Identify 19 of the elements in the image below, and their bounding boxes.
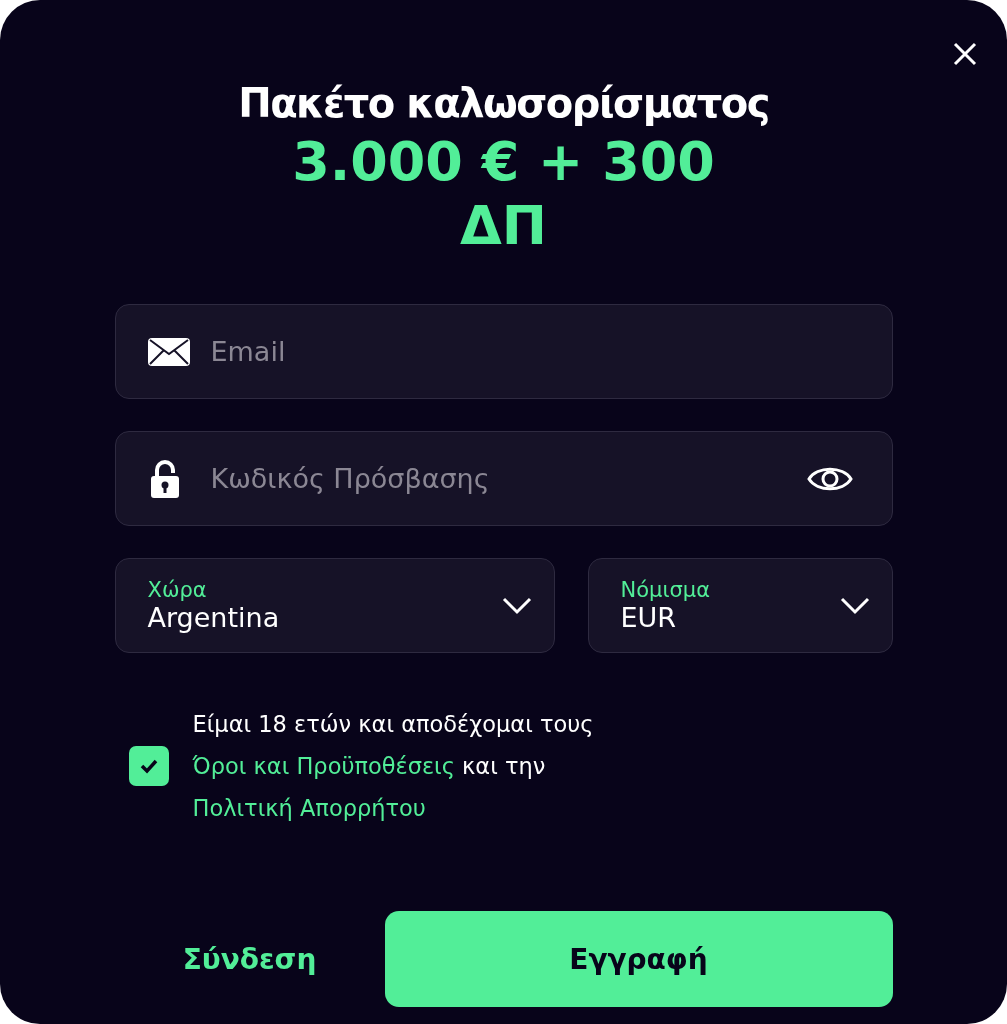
login-button[interactable]: Σύνδεση [114, 941, 385, 977]
bonus-amount: 3.000 € + 300 ΔΠ [291, 130, 716, 258]
checkmark-icon [138, 758, 159, 774]
dropdown-label: Νόμισμα [620, 578, 712, 602]
dropdown-select[interactable]: Χώρα Argentina [114, 558, 555, 653]
privacy-link[interactable]: Πολιτική Απορρήτου [192, 795, 426, 821]
dropdown-select[interactable]: Νόμισμα EUR [587, 558, 893, 653]
dropdown-value: Argentina [147, 602, 281, 633]
chevron-down-icon [501, 596, 532, 615]
dropdown-value: EUR [620, 602, 678, 633]
terms-checkbox[interactable] [128, 746, 169, 786]
dropdown-label: Χώρα [147, 578, 208, 602]
register-button[interactable]: Εγγραφή [384, 911, 893, 1007]
terms-text: Είμαι 18 ετών και αποδέχομαι τους Όροι και Προϋποθέσεις και την Πολιτική Απορρήτου [192, 710, 595, 823]
chevron-down-icon [839, 596, 870, 615]
email-field[interactable]: Email [114, 304, 893, 399]
password-field[interactable]: Κωδικός Πρόσβασης [114, 431, 893, 526]
welcome-title: Πακέτο καλωσορίσματος [238, 80, 769, 126]
terms-link[interactable]: Όροι και Προϋποθέσεις [192, 753, 455, 779]
